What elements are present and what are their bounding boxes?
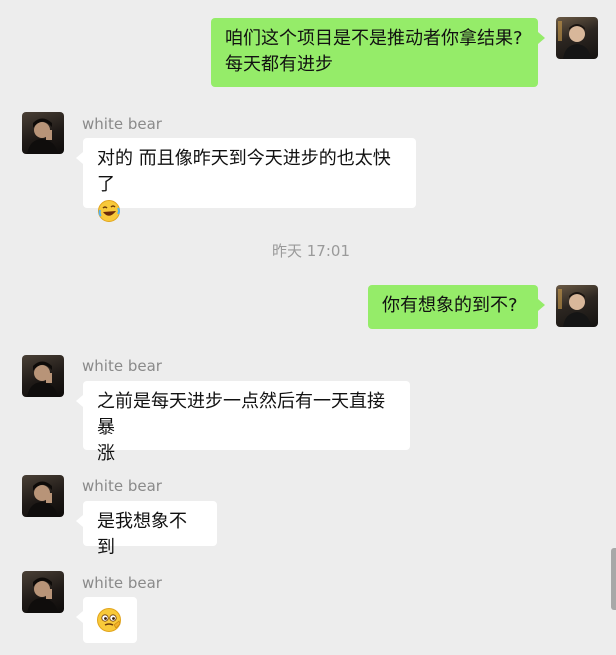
- sender-name: white bear: [82, 574, 162, 592]
- contact-avatar[interactable]: [22, 355, 64, 397]
- message-text: 是我想象不到: [97, 511, 187, 558]
- timestamp: 昨天 17:01: [272, 242, 350, 260]
- message-text-line: 之前是每天进步一点然后有一天直接暴: [97, 391, 385, 438]
- sender-name: white bear: [82, 477, 162, 495]
- message-text-line: 涨: [97, 443, 115, 464]
- sender-name: white bear: [82, 357, 162, 375]
- contact-avatar[interactable]: [22, 475, 64, 517]
- contact-avatar[interactable]: [22, 571, 64, 613]
- self-avatar[interactable]: [556, 285, 598, 327]
- person-avatar-icon: [27, 577, 58, 613]
- self-avatar[interactable]: [556, 17, 598, 59]
- scrollbar-thumb[interactable]: [611, 548, 616, 610]
- message-text: 你有想象的到不?: [382, 295, 518, 316]
- contact-avatar[interactable]: [22, 112, 64, 154]
- message-text-line: 每天都有进步: [225, 54, 333, 75]
- person-avatar-icon: [27, 361, 58, 397]
- message-bubble-incoming[interactable]: 对的 而且像昨天到今天进步的也太快了: [76, 138, 416, 222]
- message-text: 对的 而且像昨天到今天进步的也太快了: [97, 148, 391, 195]
- person-avatar-icon: [558, 289, 591, 327]
- message-bubble-incoming[interactable]: [76, 597, 137, 643]
- person-avatar-icon: [27, 481, 58, 517]
- message-bubble-outgoing[interactable]: 你有想象的到不?: [368, 285, 545, 329]
- rolling-laughing-emoji-icon: [98, 200, 120, 222]
- message-text-line: 咱们这个项目是不是推动者你拿结果?: [225, 28, 523, 49]
- chat-window: 咱们这个项目是不是推动者你拿结果? 每天都有进步 white bear 对的 而…: [0, 0, 616, 655]
- message-bubble-incoming[interactable]: 是我想象不到: [76, 501, 217, 558]
- sender-name: white bear: [82, 115, 162, 133]
- person-avatar-icon: [27, 118, 58, 154]
- message-bubble-outgoing[interactable]: 咱们这个项目是不是推动者你拿结果? 每天都有进步: [211, 18, 545, 87]
- message-bubble-incoming[interactable]: 之前是每天进步一点然后有一天直接暴 涨: [76, 381, 410, 464]
- thinking-face-emoji-icon: [97, 608, 121, 632]
- person-avatar-icon: [558, 21, 591, 59]
